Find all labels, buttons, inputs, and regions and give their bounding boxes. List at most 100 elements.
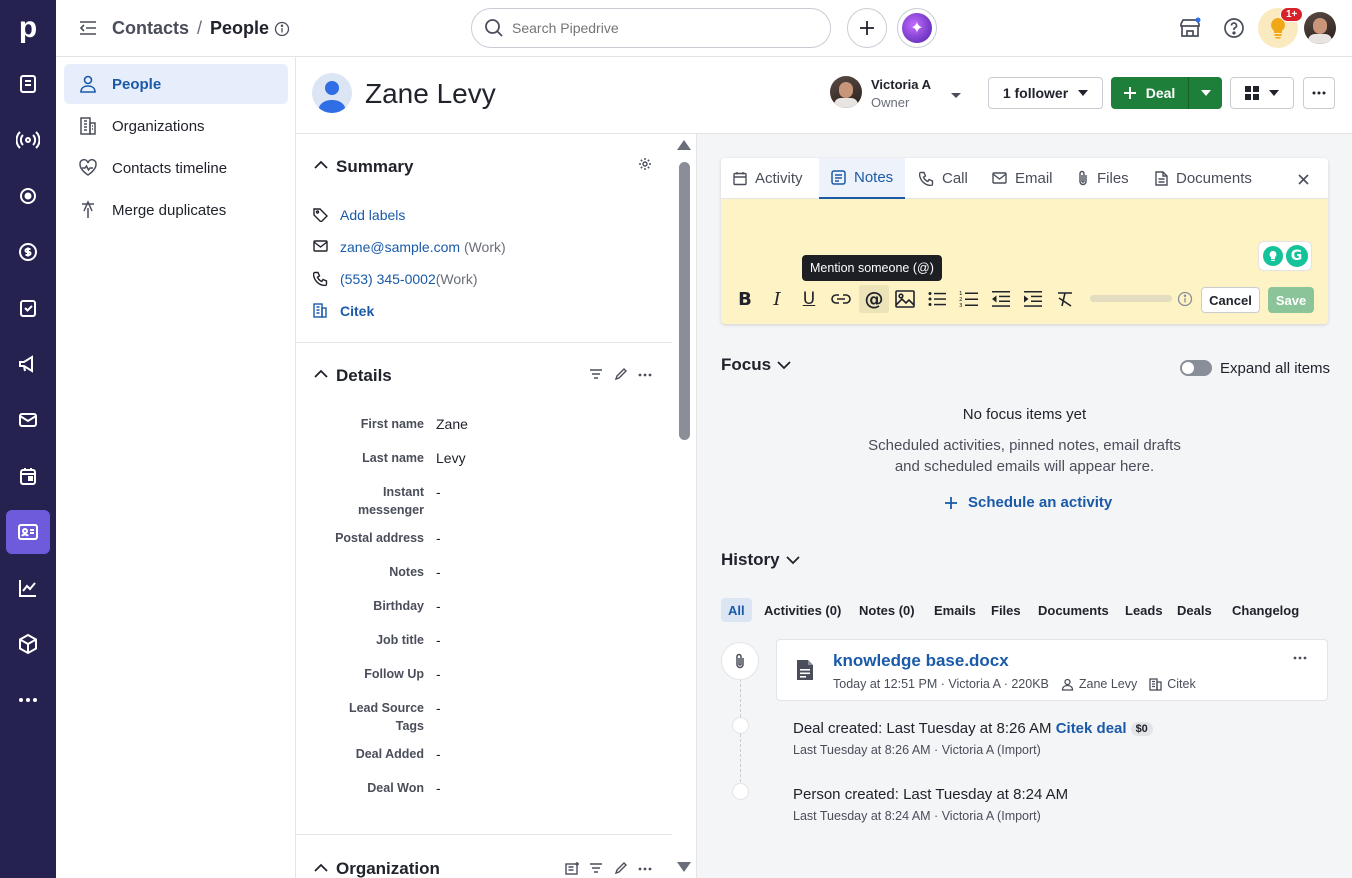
sidebar-item-merge-duplicates[interactable]: Merge duplicates xyxy=(64,190,288,230)
bold-icon[interactable]: B xyxy=(731,285,759,313)
field-value[interactable]: Levy xyxy=(436,449,466,467)
filter-activities[interactable]: Activities (0) xyxy=(757,598,848,622)
link-organization-icon[interactable] xyxy=(565,861,580,875)
close-icon[interactable] xyxy=(1298,174,1309,185)
file-org-link[interactable]: Citek xyxy=(1167,677,1195,691)
history-header[interactable]: History xyxy=(721,550,800,570)
breadcrumb-parent[interactable]: Contacts xyxy=(112,18,189,39)
field-value[interactable]: - xyxy=(436,563,441,581)
sidebar-item-contacts-timeline[interactable]: Contacts timeline xyxy=(64,148,288,188)
rail-campaigns-icon[interactable] xyxy=(6,342,50,386)
phone-link[interactable]: (553) 345-0002 xyxy=(340,271,436,287)
tab-files[interactable]: Files xyxy=(1077,158,1129,198)
filter-files[interactable]: Files xyxy=(984,598,1028,622)
deal-dropdown-button[interactable] xyxy=(1189,77,1222,109)
cancel-button[interactable]: Cancel xyxy=(1201,287,1260,313)
indent-icon[interactable] xyxy=(1019,285,1047,313)
tips-button[interactable]: 1+ xyxy=(1258,7,1304,48)
filter-notes[interactable]: Notes (0) xyxy=(852,598,922,622)
marketplace-icon[interactable] xyxy=(1178,16,1202,40)
field-value[interactable]: - xyxy=(436,699,441,717)
field-value[interactable]: - xyxy=(436,597,441,615)
filter-documents[interactable]: Documents xyxy=(1031,598,1116,622)
owner-dropdown-icon[interactable] xyxy=(950,92,962,100)
info-icon[interactable] xyxy=(1177,291,1193,307)
collapse-summary-icon[interactable] xyxy=(314,160,328,170)
collapse-organization-icon[interactable] xyxy=(314,863,328,873)
bullet-list-icon[interactable] xyxy=(923,285,951,313)
collapse-menu-icon[interactable] xyxy=(78,18,98,38)
view-layout-button[interactable] xyxy=(1230,77,1294,109)
mention-icon[interactable]: @ xyxy=(859,285,889,313)
owner-name[interactable]: Victoria A xyxy=(871,77,931,92)
focus-header[interactable]: Focus xyxy=(721,355,791,375)
file-name-link[interactable]: knowledge base.docx xyxy=(833,651,1009,671)
followers-button[interactable]: 1 follower xyxy=(988,77,1103,109)
field-value[interactable]: - xyxy=(436,745,441,763)
field-value[interactable]: - xyxy=(436,631,441,649)
search-bar[interactable] xyxy=(471,8,831,48)
email-link[interactable]: zane@sample.com xyxy=(340,239,460,255)
more-actions-button[interactable] xyxy=(1303,77,1335,109)
sidebar-item-organizations[interactable]: Organizations xyxy=(64,106,288,146)
more-icon[interactable] xyxy=(1293,656,1307,660)
scroll-thumb[interactable] xyxy=(679,162,690,440)
schedule-activity-link[interactable]: Schedule an activity xyxy=(945,494,1112,511)
numbered-list-icon[interactable]: 123 xyxy=(955,285,983,313)
filter-changelog[interactable]: Changelog xyxy=(1225,598,1306,622)
add-deal-button[interactable]: Deal xyxy=(1111,77,1189,109)
rail-contacts-icon[interactable] xyxy=(6,510,50,554)
field-value[interactable]: - xyxy=(436,483,441,501)
rail-calendar-icon[interactable] xyxy=(6,454,50,498)
rail-insights-icon[interactable] xyxy=(6,566,50,610)
quick-add-button[interactable] xyxy=(847,8,887,48)
tab-activity[interactable]: Activity xyxy=(733,158,803,198)
more-icon[interactable] xyxy=(638,373,652,377)
rail-more-icon[interactable] xyxy=(6,678,50,722)
expand-all-toggle[interactable] xyxy=(1180,360,1212,376)
rail-leads-icon[interactable] xyxy=(6,62,50,106)
save-button[interactable]: Save xyxy=(1268,287,1314,313)
file-card[interactable]: knowledge base.docx Today at 12:51 PM · … xyxy=(776,639,1328,701)
field-value[interactable]: - xyxy=(436,665,441,683)
filter-all[interactable]: All xyxy=(721,598,752,622)
filter-deals[interactable]: Deals xyxy=(1170,598,1219,622)
filter-icon[interactable] xyxy=(589,369,603,379)
ai-assistant-button[interactable]: ✦ xyxy=(897,8,937,48)
link-icon[interactable] xyxy=(827,285,855,313)
gear-icon[interactable] xyxy=(638,157,652,171)
tab-call[interactable]: Call xyxy=(919,158,968,198)
help-icon[interactable] xyxy=(1222,16,1246,40)
add-labels-link[interactable]: Add labels xyxy=(340,207,405,223)
file-person-link[interactable]: Zane Levy xyxy=(1079,677,1137,691)
outdent-icon[interactable] xyxy=(987,285,1015,313)
pencil-icon[interactable] xyxy=(614,861,628,875)
search-input[interactable] xyxy=(512,20,802,36)
more-icon[interactable] xyxy=(638,867,652,871)
rail-products-icon[interactable] xyxy=(6,622,50,666)
scroll-up-icon[interactable] xyxy=(677,140,691,150)
note-editor[interactable]: G Mention someone (@) B I U @ 123 Cancel… xyxy=(721,199,1328,324)
field-value[interactable]: Zane xyxy=(436,415,468,433)
clear-format-icon[interactable] xyxy=(1051,285,1079,313)
person-name[interactable]: Zane Levy xyxy=(365,78,496,110)
rail-target-icon[interactable] xyxy=(6,174,50,218)
user-avatar[interactable] xyxy=(1304,12,1336,44)
pipedrive-logo[interactable]: p xyxy=(0,0,56,56)
rail-broadcast-icon[interactable] xyxy=(6,118,50,162)
filter-icon[interactable] xyxy=(589,863,603,873)
tab-notes[interactable]: Notes xyxy=(819,158,906,199)
deal-link[interactable]: Citek deal xyxy=(1056,720,1127,737)
scroll-down-icon[interactable] xyxy=(677,862,691,872)
sidebar-item-people[interactable]: People xyxy=(64,64,288,104)
field-value[interactable]: - xyxy=(436,779,441,797)
grammarly-widget[interactable]: G xyxy=(1258,241,1312,271)
rail-deals-icon[interactable] xyxy=(6,230,50,274)
organization-link[interactable]: Citek xyxy=(340,303,374,319)
rail-mail-icon[interactable] xyxy=(6,398,50,442)
info-icon[interactable] xyxy=(274,21,290,37)
filter-leads[interactable]: Leads xyxy=(1118,598,1170,622)
pencil-icon[interactable] xyxy=(614,367,628,381)
collapse-details-icon[interactable] xyxy=(314,369,328,379)
details-scrollbar[interactable] xyxy=(672,134,697,878)
